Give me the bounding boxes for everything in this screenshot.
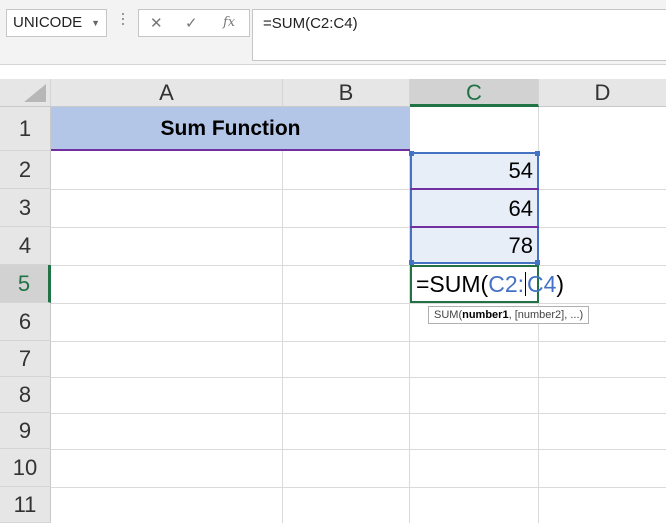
row-header-7[interactable]: 7 (0, 341, 51, 377)
formula-suffix: ) (556, 271, 565, 297)
formula-prefix: =SUM( (416, 271, 489, 297)
drag-handle-icon[interactable] (121, 13, 125, 28)
insert-function-icon[interactable]: fx (223, 15, 235, 30)
formula-colon: : (517, 271, 524, 297)
row-header-3[interactable]: 3 (0, 189, 51, 227)
tooltip-fn: SUM( (434, 309, 463, 321)
formula-input[interactable]: =SUM(C2:C4) (252, 9, 666, 61)
name-box[interactable]: UNICODE ▼ (6, 9, 107, 37)
row-header-6[interactable]: 6 (0, 303, 51, 341)
function-tooltip[interactable]: SUM(number1, [number2], ...) (428, 306, 590, 324)
cell-c5-editing[interactable]: =SUM(C2: C4) (410, 265, 564, 303)
row-header-10[interactable]: 10 (0, 449, 51, 487)
column-header-c[interactable]: C (410, 79, 539, 107)
name-box-value: UNICODE (13, 14, 83, 31)
row-header-1[interactable]: 1 (0, 107, 51, 151)
enter-icon[interactable]: ✓ (185, 14, 198, 32)
column-header-a[interactable]: A (51, 79, 283, 107)
text-cursor (525, 272, 526, 296)
formula-text: =SUM(C2:C4) (263, 15, 358, 32)
column-header-d[interactable]: D (539, 79, 666, 107)
formula-buttons: ✕ ✓ fx (138, 9, 250, 37)
tooltip-rest: , [number2], ...) (508, 309, 584, 321)
tooltip-arg1: number1 (462, 309, 509, 321)
formula-ref-start: C2 (488, 271, 518, 297)
cell-a1-title[interactable]: Sum Function (51, 107, 410, 151)
spreadsheet-grid[interactable]: A B C D 1 2 3 4 5 6 7 8 9 10 11 Sum Func… (0, 79, 666, 523)
row-header-5[interactable]: 5 (0, 265, 51, 303)
cell-c4[interactable]: 78 (410, 227, 539, 265)
cancel-icon[interactable]: ✕ (150, 14, 163, 32)
formula-ref-end: C4 (527, 271, 557, 297)
chevron-down-icon[interactable]: ▼ (91, 10, 100, 36)
row-header-2[interactable]: 2 (0, 151, 51, 189)
column-header-b[interactable]: B (283, 79, 410, 107)
formula-bar: UNICODE ▼ ✕ ✓ fx =SUM(C2:C4) (0, 0, 666, 65)
select-all-button[interactable] (0, 79, 51, 107)
cell-c2[interactable]: 54 (410, 152, 539, 190)
row-header-11[interactable]: 11 (0, 487, 51, 523)
row-header-4[interactable]: 4 (0, 227, 51, 265)
row-header-8[interactable]: 8 (0, 377, 51, 413)
cell-c3[interactable]: 64 (410, 190, 539, 228)
row-header-9[interactable]: 9 (0, 413, 51, 449)
